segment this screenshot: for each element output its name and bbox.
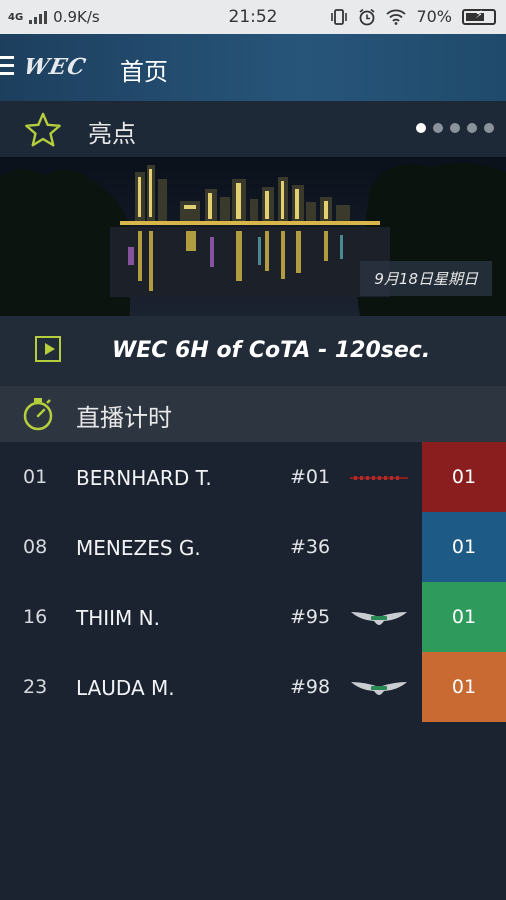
position: 23 — [23, 676, 48, 698]
timing-list: 01 BERNHARD T. #01 01 08 MENEZES G. #36 … — [0, 442, 506, 722]
play-icon[interactable] — [35, 336, 61, 362]
live-timing-header[interactable]: 直播计时 — [0, 386, 506, 442]
timing-row[interactable]: 01 BERNHARD T. #01 01 — [0, 442, 506, 512]
status-bar: 4G 0.9K/s 21:52 70% ⚡ — [0, 0, 506, 34]
position: 08 — [23, 536, 48, 558]
car-number: #36 — [290, 536, 331, 558]
driver-name: BERNHARD T. — [76, 466, 212, 490]
aston-martin-wings-icon — [351, 612, 407, 625]
carousel-dot[interactable] — [467, 123, 477, 133]
stopwatch-icon — [23, 398, 53, 431]
carousel-indicator — [416, 123, 494, 133]
car-number: #01 — [290, 466, 331, 488]
video-title[interactable]: WEC 6H of CoTA - 120sec. — [112, 338, 430, 363]
page-title: 首页 — [120, 58, 168, 86]
vibrate-icon — [331, 8, 348, 25]
carousel-dot[interactable] — [433, 123, 443, 133]
driver-name: MENEZES G. — [76, 536, 201, 560]
app-bar: WEC 首页 — [0, 34, 506, 101]
menu-icon[interactable] — [0, 56, 14, 80]
live-timing-title: 直播计时 — [76, 404, 172, 432]
driver-name: LAUDA M. — [76, 676, 175, 700]
highlight-carousel-image[interactable]: 9月18日星期日 — [0, 157, 506, 316]
timing-row[interactable]: 23 LAUDA M. #98 01 — [0, 652, 506, 722]
class-badge: 01 — [422, 582, 506, 652]
class-badge: 01 — [422, 652, 506, 722]
highlight-date: 9月18日星期日 — [360, 261, 492, 296]
carousel-dot[interactable] — [484, 123, 494, 133]
porsche-logo-icon — [350, 476, 408, 480]
class-badge: 01 — [422, 442, 506, 512]
car-number: #95 — [290, 606, 331, 628]
car-number: #98 — [290, 676, 331, 698]
timing-row[interactable]: 08 MENEZES G. #36 01 — [0, 512, 506, 582]
timing-row[interactable]: 16 THIIM N. #95 01 — [0, 582, 506, 652]
position: 01 — [23, 466, 48, 488]
battery-icon: ⚡ — [462, 8, 496, 25]
wifi-icon — [386, 9, 407, 25]
carousel-dot[interactable] — [450, 123, 460, 133]
position: 16 — [23, 606, 48, 628]
star-icon — [25, 112, 61, 147]
highlights-header: 亮点 — [0, 101, 506, 157]
wec-logo: WEC — [21, 54, 89, 80]
class-badge: 01 — [422, 512, 506, 582]
highlight-video-link[interactable]: WEC 6H of CoTA - 120sec. — [0, 316, 506, 386]
battery-percent: 70% — [416, 7, 452, 26]
driver-name: THIIM N. — [76, 606, 160, 630]
carousel-dot[interactable] — [416, 123, 426, 133]
aston-martin-wings-icon — [351, 682, 407, 695]
highlights-title: 亮点 — [88, 120, 136, 148]
alarm-icon — [359, 8, 375, 25]
